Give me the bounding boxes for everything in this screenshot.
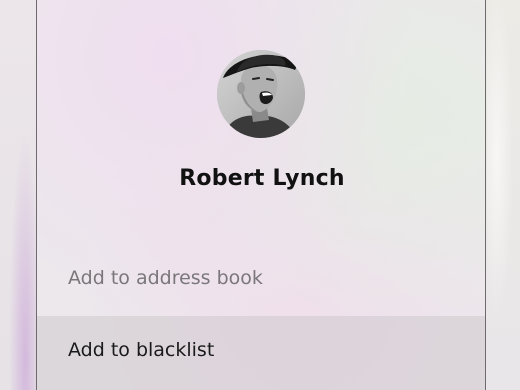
menu-item-label: Add to blacklist bbox=[68, 339, 215, 361]
avatar-photo-icon bbox=[217, 50, 305, 138]
menu-item-add-to-address-book[interactable]: Add to address book bbox=[37, 249, 485, 307]
menu-item-label: Add to address book bbox=[68, 267, 263, 289]
menu-item-add-to-blacklist[interactable]: Add to blacklist bbox=[37, 316, 485, 390]
contact-card-panel: Robert Lynch Add to address book Add to … bbox=[36, 0, 486, 390]
contact-name: Robert Lynch bbox=[179, 166, 345, 191]
avatar[interactable] bbox=[217, 50, 305, 138]
background-right bbox=[487, 0, 520, 390]
background-left bbox=[0, 0, 36, 390]
